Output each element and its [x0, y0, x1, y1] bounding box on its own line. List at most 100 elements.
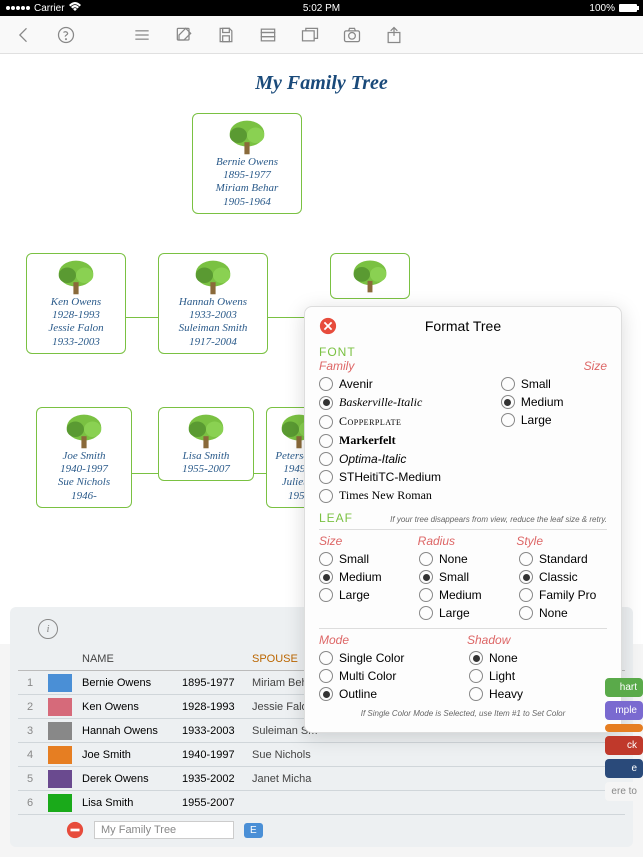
leaf-radius-option[interactable]: Medium: [419, 588, 507, 602]
color-swatch[interactable]: [48, 698, 72, 716]
color-swatch[interactable]: [48, 770, 72, 788]
tree-node-joe[interactable]: Joe Smith1940-1997Sue Nichols1946-: [36, 407, 132, 508]
font-family-option[interactable]: Copperplate: [319, 414, 489, 429]
tree-node-hannah[interactable]: Hannah Owens1933-2003Suleiman Smith1917-…: [158, 253, 268, 354]
radio-label: Medium: [521, 395, 564, 409]
font-family-option[interactable]: Avenir: [319, 377, 489, 391]
radio-icon: [419, 606, 433, 620]
radio-label: Medium: [439, 588, 482, 602]
family-label: Family: [319, 359, 354, 373]
color-swatch[interactable]: [48, 746, 72, 764]
radio-label: Small: [339, 552, 369, 566]
info-icon[interactable]: i: [38, 619, 58, 639]
clock-label: 5:02 PM: [303, 3, 340, 14]
mode-option[interactable]: Outline: [319, 687, 457, 701]
name-cell: Joe Smith: [78, 749, 178, 761]
leaf-radius-option[interactable]: Small: [419, 570, 507, 584]
side-button[interactable]: ck: [605, 736, 643, 755]
radio-icon: [319, 470, 333, 484]
radio-label: Optima-Italic: [339, 452, 406, 466]
back-button[interactable]: [12, 23, 36, 47]
table-row[interactable]: 6Lisa Smith1955-2007: [18, 791, 625, 815]
side-button[interactable]: ere to: [605, 782, 643, 801]
row-num: 5: [18, 773, 42, 785]
table-row[interactable]: 4Joe Smith1940-1997Sue Nichols: [18, 743, 625, 767]
windows-button[interactable]: [298, 23, 322, 47]
radio-label: Small: [439, 570, 469, 584]
shadow-label: Shadow: [467, 633, 607, 647]
mode-option[interactable]: Single Color: [319, 651, 457, 665]
leaf-style-option[interactable]: Standard: [519, 552, 607, 566]
leaf-style-option[interactable]: None: [519, 606, 607, 620]
radio-label: Copperplate: [339, 414, 401, 429]
leaf-size-option[interactable]: Medium: [319, 570, 407, 584]
font-size-option[interactable]: Large: [501, 413, 607, 427]
radio-label: None: [539, 606, 568, 620]
leaf-style-option[interactable]: Classic: [519, 570, 607, 584]
radio-label: Family Pro: [539, 588, 596, 602]
node-text: Bernie Owens1895-1977Miriam Behar1905-19…: [216, 156, 279, 209]
color-swatch[interactable]: [48, 674, 72, 692]
help-button[interactable]: [54, 23, 78, 47]
radio-label: Light: [489, 669, 515, 683]
shadow-option[interactable]: Heavy: [469, 687, 607, 701]
font-size-option[interactable]: Medium: [501, 395, 607, 409]
list-button[interactable]: [130, 23, 154, 47]
font-family-option[interactable]: Markerfelt: [319, 433, 489, 448]
color-swatch[interactable]: [48, 722, 72, 740]
radio-icon: [319, 452, 333, 466]
radio-icon: [319, 552, 333, 566]
row-num: 6: [18, 797, 42, 809]
camera-button[interactable]: [340, 23, 364, 47]
radio-label: Large: [339, 588, 370, 602]
remove-button[interactable]: [66, 821, 84, 839]
edit-badge[interactable]: E: [244, 823, 263, 838]
radio-icon: [319, 687, 333, 701]
tree-node-bernie[interactable]: Bernie Owens1895-1977Miriam Behar1905-19…: [192, 113, 302, 214]
mode-option[interactable]: Multi Color: [319, 669, 457, 683]
tree-name-input[interactable]: [94, 821, 234, 839]
radio-icon: [419, 570, 433, 584]
page-title: My Family Tree: [0, 54, 643, 113]
font-family-option[interactable]: Baskerville-Italic: [319, 395, 489, 410]
radio-label: Standard: [539, 552, 588, 566]
side-button[interactable]: e: [605, 759, 643, 778]
archive-button[interactable]: [256, 23, 280, 47]
edit-button[interactable]: [172, 23, 196, 47]
tree-node-ken[interactable]: Ken Owens1928-1993Jessie Falon1933-2003: [26, 253, 126, 354]
side-button[interactable]: mple: [605, 701, 643, 720]
radio-icon: [319, 415, 333, 429]
font-section-label: FONT: [319, 345, 356, 359]
header-name: NAME: [78, 653, 178, 665]
font-size-option[interactable]: Small: [501, 377, 607, 391]
radio-label: None: [439, 552, 468, 566]
row-num: 3: [18, 725, 42, 737]
leaf-size-option[interactable]: Large: [319, 588, 407, 602]
leaf-size-option[interactable]: Small: [319, 552, 407, 566]
dates-cell: 1935-2002: [178, 773, 248, 785]
side-button[interactable]: [605, 724, 643, 732]
shadow-option[interactable]: Light: [469, 669, 607, 683]
share-button[interactable]: [382, 23, 406, 47]
node-text: Hannah Owens1933-2003Suleiman Smith1917-…: [179, 296, 248, 349]
radio-label: Large: [439, 606, 470, 620]
leaf-style-option[interactable]: Family Pro: [519, 588, 607, 602]
leaf-radius-option[interactable]: None: [419, 552, 507, 566]
shadow-option[interactable]: None: [469, 651, 607, 665]
close-button[interactable]: [319, 317, 337, 335]
row-num: 4: [18, 749, 42, 761]
font-family-option[interactable]: STHeitiTC-Medium: [319, 470, 489, 484]
radio-icon: [319, 396, 333, 410]
radio-label: Heavy: [489, 687, 523, 701]
side-button[interactable]: hart: [605, 678, 643, 697]
font-family-option[interactable]: Times New Roman: [319, 488, 489, 503]
leaf-radius-option[interactable]: Large: [419, 606, 507, 620]
radio-icon: [319, 434, 333, 448]
leaf-section-label: LEAF: [319, 511, 353, 525]
save-button[interactable]: [214, 23, 238, 47]
table-row[interactable]: 5Derek Owens1935-2002Janet Micha: [18, 767, 625, 791]
font-family-option[interactable]: Optima-Italic: [319, 452, 489, 466]
tree-node-lisa[interactable]: Lisa Smith1955-2007: [158, 407, 254, 481]
tree-node-partial[interactable]: [330, 253, 410, 299]
color-swatch[interactable]: [48, 794, 72, 812]
